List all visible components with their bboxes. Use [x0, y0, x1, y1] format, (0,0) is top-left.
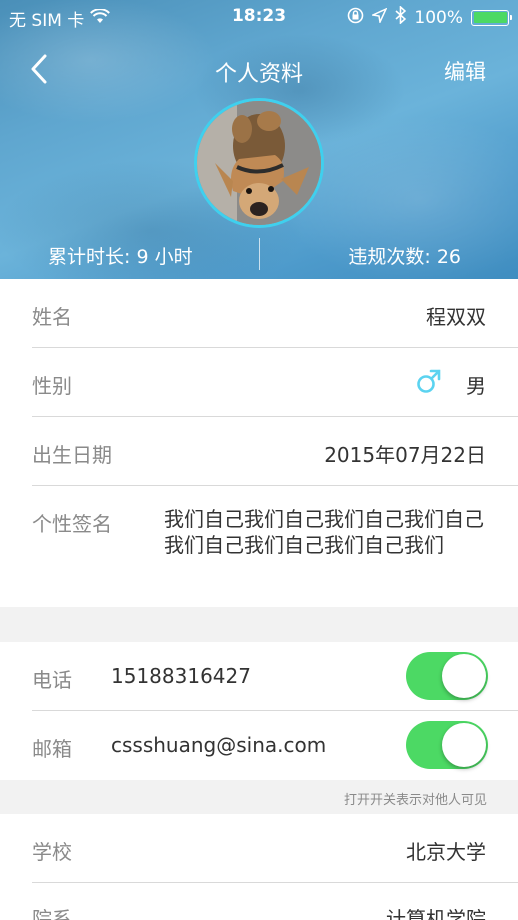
email-visibility-toggle[interactable] [406, 721, 488, 769]
department-label: 院系 [32, 907, 72, 920]
gender-value: 男 [466, 374, 486, 398]
status-bar: 无 SIM 卡 18:23 100% [0, 0, 518, 34]
battery-percent: 100% [414, 7, 463, 28]
dog-photo [197, 101, 321, 225]
duration-stat: 累计时长: 9 小时 [48, 246, 193, 268]
department-value: 计算机学院 [386, 907, 486, 920]
school-group: 学校 北京大学 院系 计算机学院 [0, 814, 518, 920]
phone-value: 15188316427 [111, 664, 251, 688]
phone-label: 电话 [32, 668, 72, 692]
school-label: 学校 [32, 840, 72, 864]
visibility-hint-text: 打开开关表示对他人可见 [343, 793, 487, 808]
battery-icon [471, 9, 512, 26]
visibility-hint: 打开开关表示对他人可见 [0, 780, 518, 814]
email-value: cssshuang@sina.com [111, 733, 327, 757]
gender-label: 性别 [32, 374, 72, 398]
location-arrow-icon [370, 6, 388, 28]
birthday-row[interactable]: 出生日期 2015年07月22日 [32, 417, 518, 486]
school-value: 北京大学 [406, 840, 486, 864]
school-row[interactable]: 学校 北京大学 [32, 814, 518, 883]
phone-row: 电话 15188316427 [32, 642, 518, 711]
signature-value: 我们自己我们自己我们自己我们自己我们自己我们自己我们自己我们 [164, 507, 484, 557]
stats-divider [259, 238, 260, 270]
phone-visibility-toggle[interactable] [406, 652, 488, 700]
nav-bar: 个人资料 编辑 [0, 44, 518, 94]
edit-button[interactable]: 编辑 [444, 56, 486, 86]
email-row: 邮箱 cssshuang@sina.com [32, 711, 518, 780]
birthday-label: 出生日期 [32, 443, 112, 467]
name-value: 程双双 [426, 305, 486, 329]
rotation-lock-icon [347, 7, 364, 29]
signature-row[interactable]: 个性签名 我们自己我们自己我们自己我们自己我们自己我们自己我们自己我们 [32, 486, 518, 607]
name-label: 姓名 [32, 305, 72, 329]
profile-info-group: 姓名 程双双 性别 男 出生日期 2015年07月22日 个性签名 我们自己我们… [0, 279, 518, 607]
name-row[interactable]: 姓名 程双双 [32, 279, 518, 348]
signature-label: 个性签名 [32, 512, 112, 536]
contact-group: 电话 15188316427 邮箱 cssshuang@sina.com [0, 642, 518, 780]
stats-bar: 累计时长: 9 小时 违规次数: 26 [0, 236, 518, 272]
male-symbol-icon [416, 368, 442, 398]
gender-row[interactable]: 性别 男 [32, 348, 518, 417]
profile-header: 无 SIM 卡 18:23 100% 个人资料 编辑 累计时长: 9 小时 违规… [0, 0, 518, 279]
avatar[interactable] [194, 98, 324, 228]
bluetooth-icon [395, 5, 407, 29]
department-row[interactable]: 院系 计算机学院 [32, 883, 518, 920]
birthday-value: 2015年07月22日 [324, 443, 486, 467]
email-label: 邮箱 [32, 737, 72, 761]
violations-stat: 违规次数: 26 [348, 246, 461, 268]
page-title: 个人资料 [214, 62, 303, 87]
